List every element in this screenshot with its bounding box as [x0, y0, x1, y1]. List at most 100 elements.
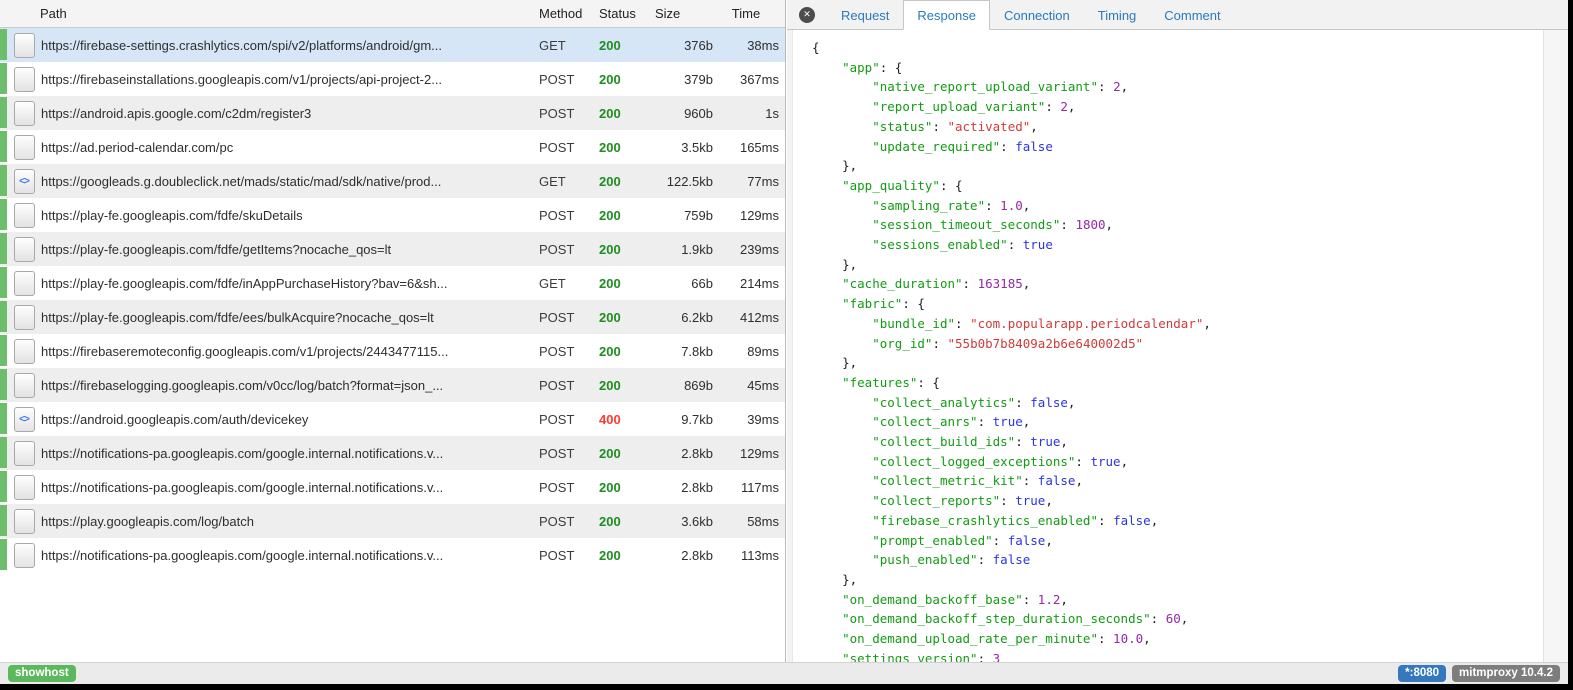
flow-icon-cell — [7, 339, 41, 364]
column-header-path[interactable]: Path — [0, 6, 539, 21]
flow-size: 66b — [655, 276, 713, 291]
flow-time: 39ms — [713, 412, 785, 427]
column-header-time[interactable]: Time — [713, 6, 785, 21]
tab-label: Connection — [1004, 8, 1070, 23]
code-line: "collect_reports": true, — [812, 491, 1542, 511]
flow-row[interactable]: https://notifications-pa.googleapis.com/… — [0, 436, 785, 470]
flow-row[interactable]: https://firebase-settings.crashlytics.co… — [0, 28, 785, 62]
flow-size: 3.6kb — [655, 514, 713, 529]
code-line: "collect_metric_kit": false, — [812, 471, 1542, 491]
flow-row[interactable]: https://android.apis.google.com/c2dm/reg… — [0, 96, 785, 130]
flow-time: 1s — [713, 106, 785, 121]
response-body-viewer[interactable]: { "app": { "native_report_upload_variant… — [787, 30, 1568, 662]
code-line: "firebase_crashlytics_enabled": false, — [812, 511, 1542, 531]
flow-method: POST — [539, 140, 599, 155]
tab-timing[interactable]: Timing — [1084, 0, 1151, 30]
status-bar: showhost *:8080mitmproxy 10.4.2 — [0, 662, 1568, 684]
flow-status: 200 — [599, 208, 655, 223]
flow-row[interactable]: https://play-fe.googleapis.com/fdfe/skuD… — [0, 198, 785, 232]
code-line: "push_enabled": false — [812, 550, 1542, 570]
flow-status: 200 — [599, 514, 655, 529]
flow-path: https://notifications-pa.googleapis.com/… — [41, 548, 539, 563]
tab-request[interactable]: Request — [827, 0, 903, 30]
flow-detail-panel: ✕ RequestResponse Connection TimingComment… — [787, 0, 1568, 662]
flow-time: 38ms — [713, 38, 785, 53]
flow-row[interactable]: <> https://android.googleapis.com/auth/d… — [0, 402, 785, 436]
flow-path: https://android.googleapis.com/auth/devi… — [41, 412, 539, 427]
code-line: "settings_version": 3 — [812, 649, 1542, 662]
column-header-method[interactable]: Method — [539, 6, 599, 21]
code-line: { — [812, 38, 1542, 58]
flow-row[interactable]: https://play.googleapis.com/log/batch PO… — [0, 504, 785, 538]
flow-marker-strip — [0, 232, 7, 266]
flow-time: 113ms — [713, 548, 785, 563]
flow-marker-strip — [0, 28, 7, 62]
flow-status: 200 — [599, 38, 655, 53]
flow-icon-cell — [7, 509, 41, 534]
column-header-size[interactable]: Size — [655, 6, 713, 21]
flow-marker-strip — [0, 538, 7, 572]
flow-time: 412ms — [713, 310, 785, 325]
flow-list[interactable]: https://firebase-settings.crashlytics.co… — [0, 28, 785, 662]
flow-icon-cell — [7, 305, 41, 330]
flow-method: POST — [539, 106, 599, 121]
flow-size: 376b — [655, 38, 713, 53]
code-line: "status": "activated", — [812, 117, 1542, 137]
flow-size: 2.8kb — [655, 446, 713, 461]
flow-marker-strip — [0, 130, 7, 164]
code-line: "on_demand_backoff_base": 1.2, — [812, 590, 1542, 610]
flow-time: 129ms — [713, 446, 785, 461]
code-line: "features": { — [812, 373, 1542, 393]
flow-size: 960b — [655, 106, 713, 121]
code-line: "session_timeout_seconds": 1800, — [812, 215, 1542, 235]
column-header-status[interactable]: Status — [599, 6, 655, 21]
flow-marker-strip — [0, 470, 7, 504]
tab-comment[interactable]: Comment — [1150, 0, 1234, 30]
code-line: "native_report_upload_variant": 2, — [812, 77, 1542, 97]
flow-path: https://ad.period-calendar.com/pc — [41, 140, 539, 155]
tab-response[interactable]: Response — [903, 0, 990, 30]
flow-row[interactable]: https://play-fe.googleapis.com/fdfe/inAp… — [0, 266, 785, 300]
flow-time: 77ms — [713, 174, 785, 189]
scrollbar-track[interactable] — [1543, 30, 1568, 662]
flow-row[interactable]: https://ad.period-calendar.com/pc POST 2… — [0, 130, 785, 164]
close-detail-button[interactable]: ✕ — [799, 7, 815, 23]
flow-row[interactable]: https://firebaseinstallations.googleapis… — [0, 62, 785, 96]
flow-status: 200 — [599, 174, 655, 189]
flow-time: 58ms — [713, 514, 785, 529]
flow-method: POST — [539, 242, 599, 257]
status-bar-left: showhost — [8, 665, 76, 682]
code-content-icon: <> — [14, 407, 35, 432]
flow-method: POST — [539, 548, 599, 563]
code-line: "prompt_enabled": false, — [812, 531, 1542, 551]
flow-time: 239ms — [713, 242, 785, 257]
flow-time: 129ms — [713, 208, 785, 223]
flow-row[interactable]: <> https://googleads.g.doubleclick.net/m… — [0, 164, 785, 198]
code-line: }, — [812, 156, 1542, 176]
flow-row[interactable]: https://play-fe.googleapis.com/fdfe/ees/… — [0, 300, 785, 334]
tab-connection[interactable]: Connection — [990, 0, 1084, 30]
flow-path: https://play-fe.googleapis.com/fdfe/inAp… — [41, 276, 539, 291]
flow-row[interactable]: https://notifications-pa.googleapis.com/… — [0, 470, 785, 504]
document-content-icon — [14, 373, 35, 398]
flow-icon-cell — [7, 475, 41, 500]
flow-method: POST — [539, 310, 599, 325]
flow-icon-cell — [7, 135, 41, 160]
document-content-icon — [14, 237, 35, 262]
flow-row[interactable]: https://firebaseremoteconfig.googleapis.… — [0, 334, 785, 368]
document-content-icon — [14, 101, 35, 126]
code-line: "org_id": "55b0b7b8409a2b6e640002d5" — [812, 334, 1542, 354]
flow-method: POST — [539, 208, 599, 223]
flow-time: 89ms — [713, 344, 785, 359]
flow-icon-cell — [7, 67, 41, 92]
mitmweb-app: Path Method Status Size Time https://fir… — [0, 0, 1568, 684]
flow-row[interactable]: https://notifications-pa.googleapis.com/… — [0, 538, 785, 572]
document-content-icon — [14, 509, 35, 534]
flow-path: https://play-fe.googleapis.com/fdfe/getI… — [41, 242, 539, 257]
flow-row[interactable]: https://firebaselogging.googleapis.com/v… — [0, 368, 785, 402]
flow-row[interactable]: https://play-fe.googleapis.com/fdfe/getI… — [0, 232, 785, 266]
flow-path: https://firebaseinstallations.googleapis… — [41, 72, 539, 87]
flow-status: 200 — [599, 106, 655, 121]
flow-method: GET — [539, 276, 599, 291]
code-line: }, — [812, 255, 1542, 275]
